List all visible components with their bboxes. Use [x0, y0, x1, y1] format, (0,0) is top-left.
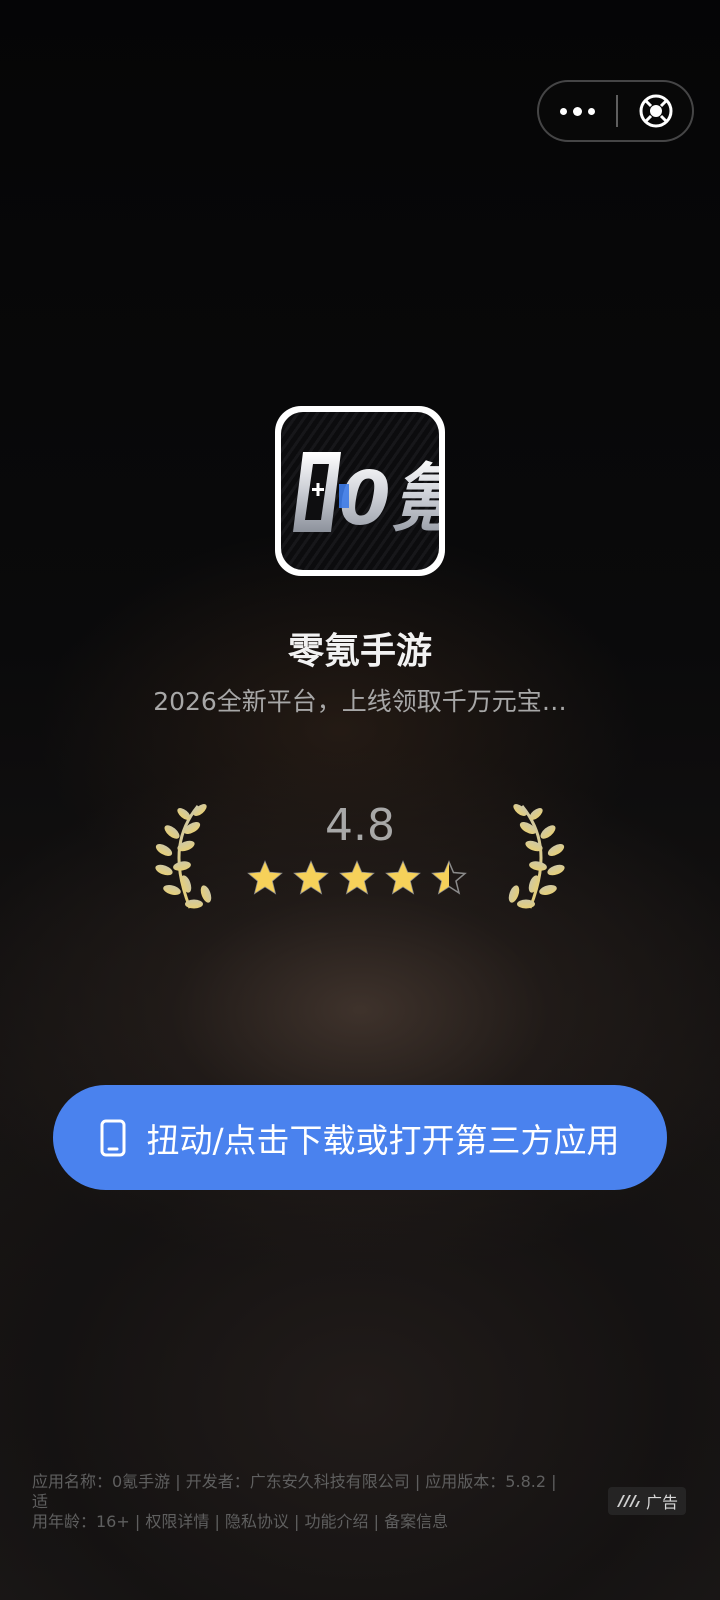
footer-age-rating: 用年龄：16+	[32, 1512, 130, 1531]
filing-info-link[interactable]: 备案信息	[384, 1512, 448, 1531]
star-full-icon	[385, 860, 421, 895]
star-full-icon	[339, 860, 375, 895]
ad-badge: 广告	[608, 1487, 686, 1515]
star-full-icon	[247, 860, 283, 895]
more-button[interactable]	[539, 82, 615, 140]
app-icon-text: 0氪	[339, 456, 439, 542]
app-name: 零氪手游	[287, 631, 432, 672]
star-half-icon	[431, 860, 467, 895]
download-button-label: 扭动/点击下载或打开第三方应用	[146, 1120, 620, 1160]
footer-line-2: 用年龄：16+ | 权限详情 | 隐私协议 | 功能介绍 | 备案信息	[32, 1512, 449, 1531]
app-icon[interactable]: 0氪	[275, 406, 445, 576]
app-logo: 0氪	[293, 452, 445, 542]
rating-stars	[247, 860, 473, 900]
star-full-icon	[293, 860, 329, 895]
more-dots-icon	[557, 106, 598, 116]
mini-program-capsule	[537, 80, 694, 142]
phone-icon	[100, 1119, 126, 1157]
download-open-button[interactable]: 扭动/点击下载或打开第三方应用	[53, 1085, 667, 1190]
capsule-divider	[616, 95, 618, 127]
privacy-policy-link[interactable]: 隐私协议	[225, 1512, 289, 1531]
rating-value: 4.8	[325, 800, 395, 851]
app-info-footer: 应用名称：0氪手游 | 开发者：广东安久科技有限公司 | 应用版本：5.8.2 …	[32, 1472, 572, 1532]
target-close-icon	[639, 94, 673, 128]
ad-label: 广告	[645, 1493, 678, 1512]
app-description: 2026全新平台，上线领取千万元宝…	[153, 687, 567, 716]
permission-details-link[interactable]: 权限详情	[145, 1512, 209, 1531]
close-button[interactable]	[619, 82, 693, 140]
ad-logo-icon	[616, 1494, 642, 1508]
feature-intro-link[interactable]: 功能介绍	[305, 1512, 369, 1531]
footer-line-1: 应用名称：0氪手游 | 开发者：广东安久科技有限公司 | 应用版本：5.8.2 …	[32, 1472, 557, 1511]
